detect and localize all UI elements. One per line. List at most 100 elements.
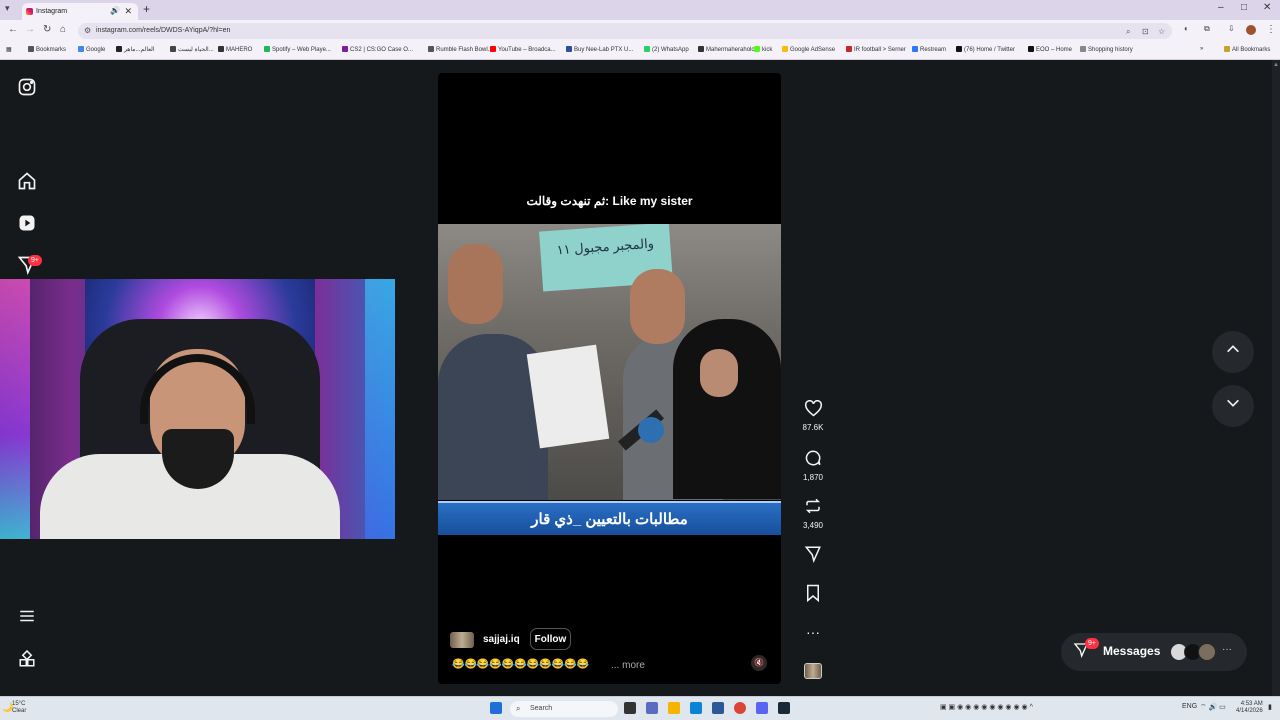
taskbar-search[interactable]: ⌕ Search (510, 701, 618, 717)
file-explorer-icon[interactable] (668, 702, 680, 714)
comment-action[interactable]: 1,870 (798, 449, 828, 482)
bookmark-item[interactable]: Mahermaheraholc (698, 46, 754, 53)
close-window-button[interactable]: ✕ (1263, 2, 1271, 13)
chevron-up-icon[interactable] (1212, 331, 1254, 373)
repost-action[interactable]: 3,490 (798, 497, 828, 530)
bookmark-item[interactable]: IR football > Serner (846, 46, 906, 53)
task-view-icon[interactable] (624, 702, 636, 714)
heart-icon[interactable] (798, 399, 828, 421)
downloads-icon[interactable]: ⇩ (1228, 24, 1235, 33)
language-indicator[interactable]: ENG (1182, 703, 1197, 710)
home-icon[interactable] (16, 171, 38, 193)
reel-player[interactable]: ثم تنهدت وقالت: Like my sister والمجبر م… (438, 73, 781, 684)
instagram-logo-icon[interactable] (16, 77, 38, 99)
bookmark-item[interactable]: (76) Home / Twitter (956, 46, 1015, 53)
notifications-icon[interactable]: ▮ (1268, 703, 1272, 711)
audio-thumbnail[interactable] (798, 663, 828, 679)
more-link[interactable]: ... more (611, 660, 645, 671)
steam-icon[interactable] (778, 702, 790, 714)
maximize-button[interactable]: □ (1241, 2, 1247, 13)
scroll-up-icon[interactable]: ▲ (1273, 62, 1279, 68)
led-light-right (365, 279, 395, 539)
tab-instagram[interactable]: Instagram 🔊 ✕ (22, 3, 138, 20)
close-tab-icon[interactable]: ✕ (124, 6, 132, 17)
bookmark-item[interactable]: MAHERO (218, 46, 252, 53)
messages-pill-badge: 9+ (1085, 638, 1099, 649)
repost-icon[interactable] (798, 497, 828, 519)
bookmark-item[interactable]: (2) WhatsApp (644, 46, 689, 53)
more-options-icon[interactable]: ··· (798, 622, 828, 642)
bookmark-item[interactable]: Restream (912, 46, 946, 53)
windows-start-icon[interactable] (490, 702, 502, 714)
network-volume-icons[interactable]: ⌔ 🔊 ▭ (1200, 703, 1226, 712)
bookmark-item[interactable]: Spotify – Web Playe... (264, 46, 331, 53)
bookmark-item[interactable]: Google AdSense (782, 46, 835, 53)
mute-icon[interactable]: 🔇 (751, 655, 767, 671)
bookmark-icon[interactable] (798, 584, 828, 606)
extension-icon[interactable]: ◐ (1184, 24, 1189, 33)
bookmark-favicon-icon (754, 46, 760, 52)
new-tab-button[interactable]: + (143, 2, 150, 16)
bookmark-favicon-icon (428, 46, 434, 52)
page-scrollbar[interactable]: ▲ (1272, 60, 1280, 696)
chevron-down-icon[interactable] (1212, 385, 1254, 427)
author-avatar[interactable] (450, 632, 474, 648)
store-icon[interactable] (712, 702, 724, 714)
author-username[interactable]: sajjaj.iq (483, 634, 520, 645)
reload-icon[interactable]: ↻ (43, 24, 51, 35)
apps-grid-icon[interactable]: ▦ (6, 46, 12, 53)
bookmark-favicon-icon (1028, 46, 1034, 52)
chrome-icon[interactable] (734, 702, 746, 714)
site-info-icon[interactable]: ⚙ (84, 26, 91, 35)
zoom-icon[interactable]: ⌕ (1126, 27, 1130, 37)
all-bookmarks[interactable]: All Bookmarks (1224, 46, 1270, 53)
bookmark-item[interactable]: YouTube – Broadca... (490, 46, 556, 53)
speaker-icon[interactable]: 🔊 (110, 6, 120, 15)
share-action[interactable] (798, 545, 828, 567)
comment-icon[interactable] (798, 449, 828, 471)
browser-menu-icon[interactable]: ⋮ (1266, 24, 1276, 35)
bookmark-item[interactable]: Rumble Flash Bowl... (428, 46, 493, 53)
save-action[interactable] (798, 584, 828, 606)
bookmark-item[interactable]: Buy Nee-Lab PTX U... (566, 46, 633, 53)
bookmark-favicon-icon (218, 46, 224, 52)
copilot-icon[interactable] (646, 702, 658, 714)
bookmark-item[interactable]: Google (78, 46, 105, 53)
bookmark-item[interactable]: Shopping history (1080, 46, 1133, 53)
bookmark-item[interactable]: العالم...ماهر (116, 46, 155, 53)
tray-icons[interactable]: ▣ ▣ ◉ ◉ ◉ ◉ ◉ ◉ ◉ ◉ ◉ ^ (940, 703, 1033, 711)
reel-video-frame[interactable]: والمجبر مجبول ١١ (438, 224, 781, 500)
bystander-head (630, 269, 685, 344)
bookmark-favicon-icon (28, 46, 34, 52)
edge-icon[interactable] (690, 702, 702, 714)
profile-avatar[interactable] (1246, 25, 1256, 35)
reporter-head (448, 244, 503, 324)
more-apps-icon[interactable] (16, 649, 38, 672)
tab-search-icon[interactable]: ▾ (5, 3, 10, 14)
share-icon[interactable] (798, 545, 828, 567)
home-browser-icon[interactable]: ⌂ (60, 24, 66, 35)
weather-widget[interactable]: 15°C Clear (12, 701, 26, 715)
bookmark-item[interactable]: CS2 | CS:GO Case O... (342, 46, 413, 53)
bookmark-item[interactable]: Bookmarks (28, 46, 66, 53)
bookmark-favicon-icon (566, 46, 572, 52)
bookmark-star-icon[interactable]: ☆ (1158, 27, 1165, 36)
messages-pill[interactable]: 9+ Messages ··· (1061, 633, 1247, 671)
like-action[interactable]: 87.6K (798, 399, 828, 432)
follow-button[interactable]: Follow (530, 628, 571, 650)
url-bar[interactable]: ⚙ instagram.com/reels/DWDS-AYiqpA/?hl=en… (78, 23, 1172, 39)
install-icon[interactable]: ⊡ (1142, 27, 1149, 36)
bookmarks-overflow-icon[interactable]: » (1200, 46, 1203, 52)
minimize-button[interactable]: – (1218, 2, 1224, 13)
bookmark-item[interactable]: EOO – Home (1028, 46, 1072, 53)
back-icon[interactable]: ← (8, 24, 18, 35)
system-clock[interactable]: 4:53 AM 4/14/2026 (1236, 701, 1263, 715)
forward-icon[interactable]: → (25, 24, 35, 35)
reels-icon[interactable] (16, 213, 38, 235)
extensions-puzzle-icon[interactable]: ⧉ (1204, 24, 1210, 34)
contact-avatar (1198, 643, 1216, 661)
menu-icon[interactable] (16, 607, 38, 629)
discord-icon[interactable] (756, 702, 768, 714)
bookmark-item[interactable]: الحياة ليست... (170, 46, 214, 53)
bookmark-item[interactable]: kick (754, 46, 772, 53)
